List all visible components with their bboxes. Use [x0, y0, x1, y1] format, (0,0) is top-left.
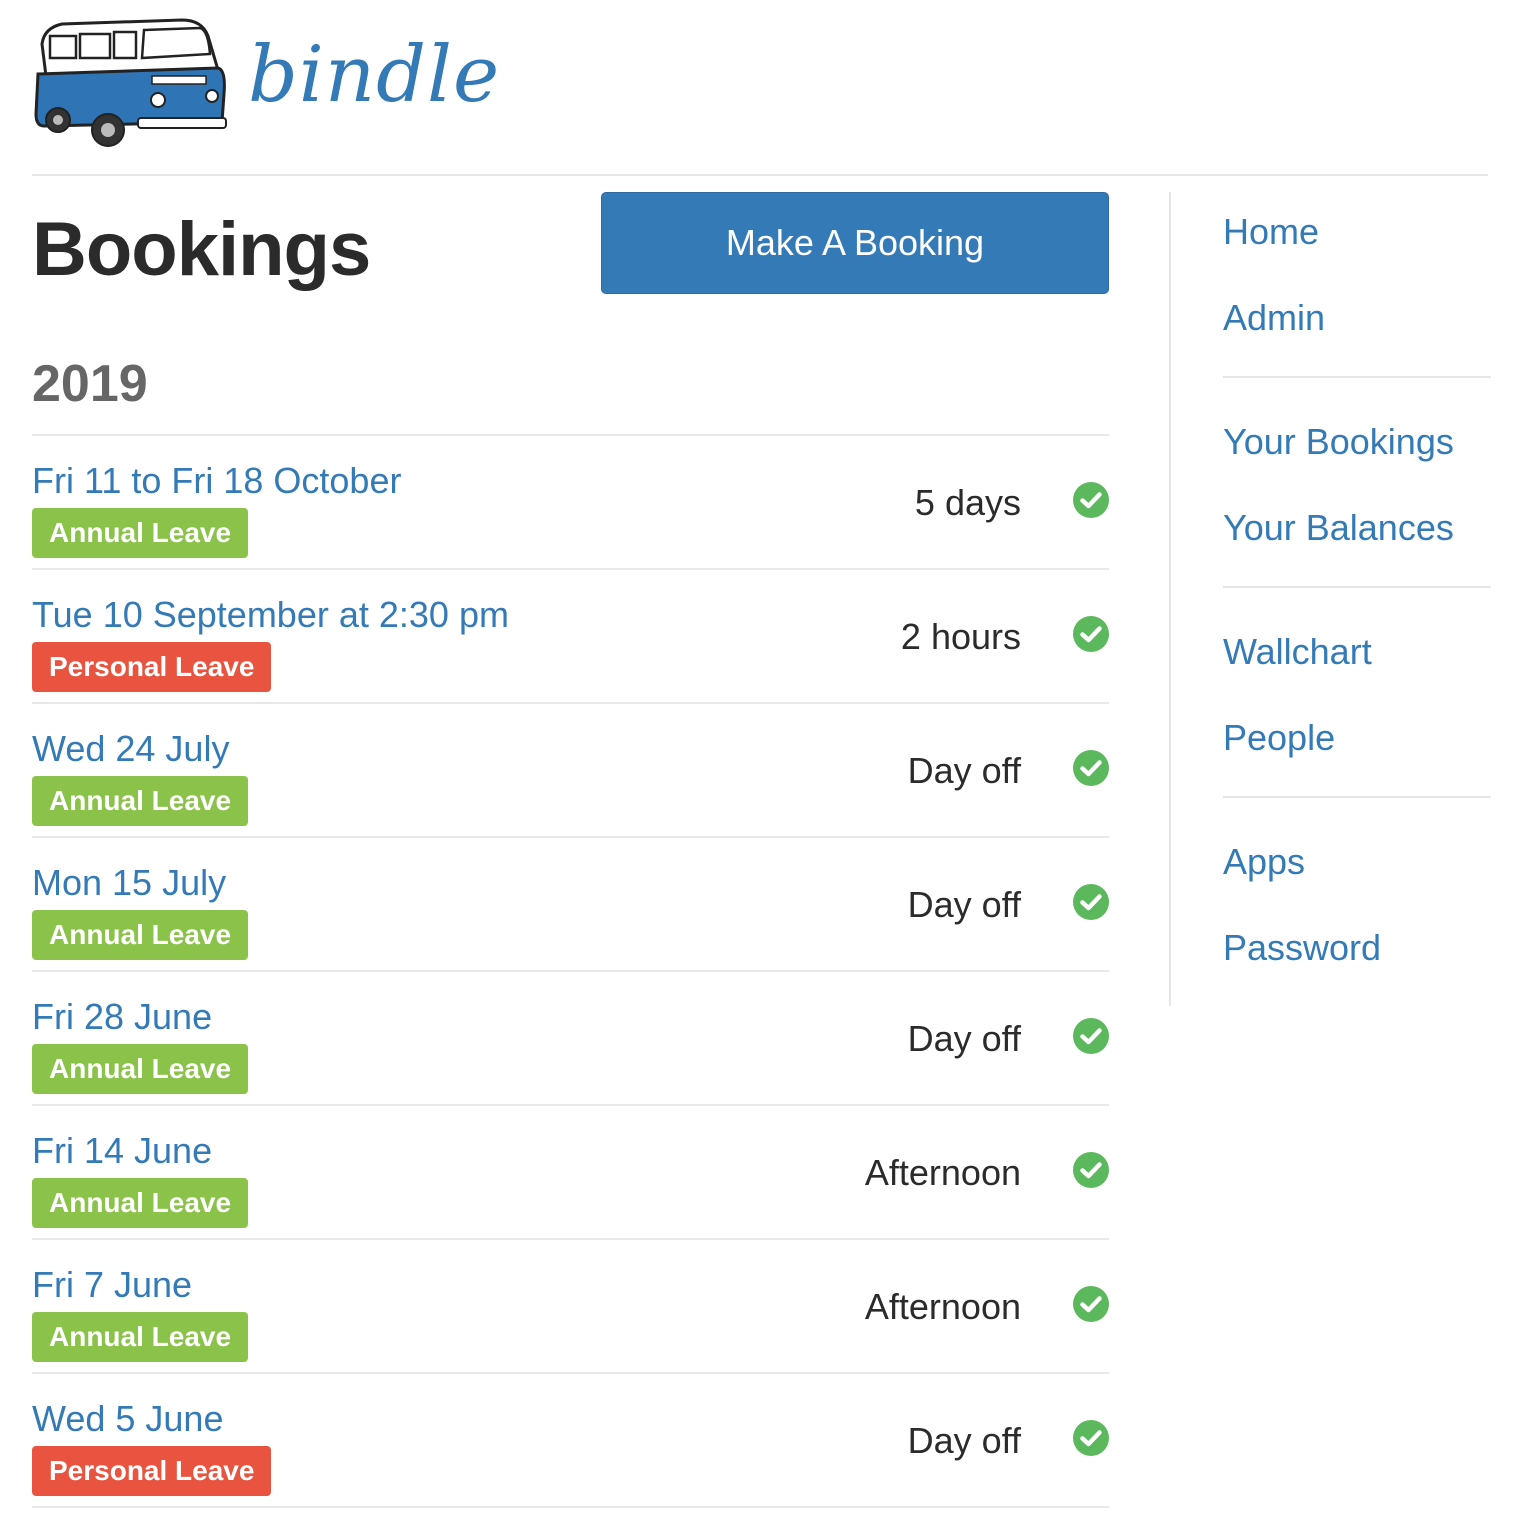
- leave-type-badge: Annual Leave: [32, 508, 249, 558]
- camper-van-logo-icon[interactable]: [32, 14, 228, 154]
- booking-row: Fri 11 to Fri 18 October Annual Leave 5 da…: [32, 436, 1109, 570]
- nav-link-people[interactable]: People: [1223, 698, 1491, 784]
- nav-link-your-balances[interactable]: Your Balances: [1223, 488, 1491, 574]
- booking-duration: Afternoon: [864, 1286, 1021, 1327]
- leave-type-badge: Personal Leave: [32, 1446, 272, 1496]
- booking-row: Wed 5 June Personal Leave Day off: [32, 1374, 1109, 1508]
- year-heading: 2019: [32, 355, 148, 413]
- booking-date-link[interactable]: Wed 24 July: [32, 728, 229, 770]
- check-circle-icon: [1073, 616, 1109, 652]
- site-header: bindle: [32, 0, 1488, 176]
- leave-type-badge: Annual Leave: [32, 1312, 249, 1362]
- booking-row: Fri 14 June Annual Leave Afternoon: [32, 1106, 1109, 1240]
- nav-link-admin[interactable]: Admin: [1223, 278, 1491, 364]
- booking-date-link[interactable]: Tue 10 September at 2:30 pm: [32, 594, 509, 636]
- nav-group: Wallchart People: [1223, 612, 1491, 784]
- booking-date-link[interactable]: Mon 15 July: [32, 862, 226, 904]
- nav-link-wallchart[interactable]: Wallchart: [1223, 612, 1491, 698]
- booking-date-link[interactable]: Wed 5 June: [32, 1398, 223, 1440]
- leave-type-badge: Annual Leave: [32, 1044, 249, 1094]
- booking-date-link[interactable]: Fri 14 June: [32, 1130, 212, 1172]
- check-circle-icon: [1073, 482, 1109, 518]
- check-circle-icon: [1073, 1152, 1109, 1188]
- booking-date-link[interactable]: Fri 28 June: [32, 996, 212, 1038]
- booking-duration: Afternoon: [864, 1152, 1021, 1193]
- booking-duration: Day off: [907, 1018, 1021, 1059]
- nav-link-apps[interactable]: Apps: [1223, 822, 1491, 908]
- nav-group: Your Bookings Your Balances: [1223, 402, 1491, 574]
- check-circle-icon: [1073, 1286, 1109, 1322]
- nav-link-your-bookings[interactable]: Your Bookings: [1223, 402, 1491, 488]
- nav-divider: [1223, 586, 1491, 588]
- leave-type-badge: Personal Leave: [32, 642, 272, 692]
- booking-duration: Day off: [907, 750, 1021, 791]
- nav-divider: [1223, 376, 1491, 378]
- booking-row: Fri 28 June Annual Leave Day off: [32, 972, 1109, 1106]
- make-a-booking-button[interactable]: Make A Booking: [601, 192, 1109, 294]
- page-title: Bookings: [32, 207, 371, 292]
- leave-type-badge: Annual Leave: [32, 910, 249, 960]
- booking-row: Mon 15 July Annual Leave Day off: [32, 838, 1109, 972]
- nav-link-home[interactable]: Home: [1223, 192, 1491, 278]
- booking-row: Wed 24 July Annual Leave Day off: [32, 704, 1109, 838]
- booking-row: Fri 7 June Annual Leave Afternoon: [32, 1240, 1109, 1374]
- nav-group: Apps Password: [1223, 822, 1491, 994]
- check-circle-icon: [1073, 1420, 1109, 1456]
- nav-link-password[interactable]: Password: [1223, 908, 1491, 994]
- nav-divider: [1223, 796, 1491, 798]
- bindle-logo-text[interactable]: bindle: [248, 30, 500, 120]
- booking-date-link[interactable]: Fri 7 June: [32, 1264, 192, 1306]
- bookings-list: Fri 11 to Fri 18 October Annual Leave 5 da…: [32, 434, 1109, 1508]
- booking-duration: Day off: [907, 1420, 1021, 1461]
- leave-type-badge: Annual Leave: [32, 1178, 249, 1228]
- booking-duration: 2 hours: [900, 616, 1021, 657]
- sidebar-nav: Home Admin Your Bookings Your Balances Wallc…: [1169, 192, 1491, 1006]
- booking-duration: 5 days: [914, 482, 1021, 523]
- booking-row: Tue 10 September at 2:30 pm Personal Leav…: [32, 570, 1109, 704]
- check-circle-icon: [1073, 750, 1109, 786]
- nav-group: Home Admin: [1223, 192, 1491, 364]
- check-circle-icon: [1073, 1018, 1109, 1054]
- check-circle-icon: [1073, 884, 1109, 920]
- leave-type-badge: Annual Leave: [32, 776, 249, 826]
- booking-date-link[interactable]: Fri 11 to Fri 18 October: [32, 460, 401, 502]
- booking-duration: Day off: [907, 884, 1021, 925]
